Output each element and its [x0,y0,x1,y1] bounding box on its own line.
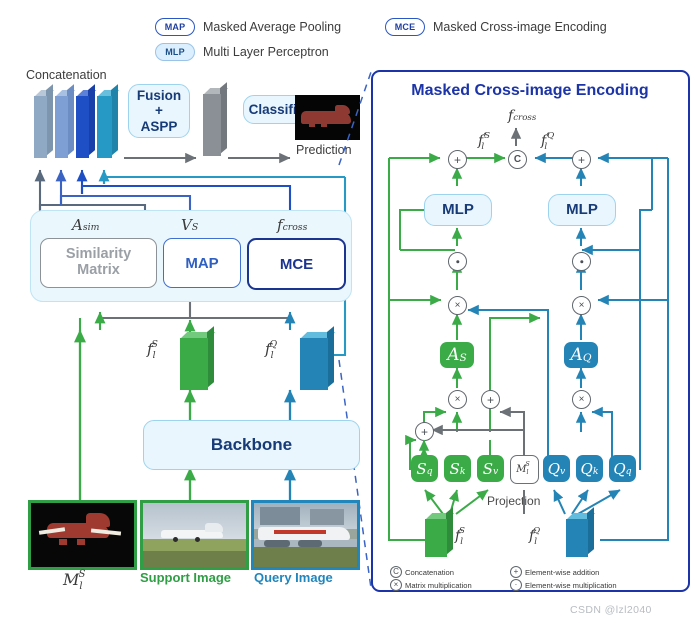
add-glyph-icon: + [510,566,522,578]
mce-legend-matmul-text: Matrix multiplication [405,580,472,590]
mce-legend-add: + Element-wise addition [510,566,599,578]
mce-legend-matmul: × Matrix multiplication [390,579,472,591]
mce-query-feature-label: flQ [529,526,544,547]
mce-legend-concat-text: Concatenation [405,567,454,577]
matmul-glyph-icon: × [390,579,402,591]
elemmul-glyph-icon: · [510,579,522,591]
mce-legend-elemmul-text: Element-wise multiplication [525,580,617,590]
watermark: CSDN @lzl2040 [570,604,652,616]
mce-legend-add-text: Element-wise addition [525,567,600,577]
mce-query-feat-sup: Q [532,526,541,536]
concat-glyph-icon: C [390,566,402,578]
mce-support-feat-sub: l [460,537,463,547]
mce-legend-elemmul: · Element-wise multiplication [510,579,617,591]
mce-legend-concat: C Concatenation [390,566,454,578]
mce-support-feat-sup: S [458,526,465,536]
mce-support-feature-label: flS [455,526,469,547]
mce-support-feature-slab [425,507,455,557]
mce-query-feature-slab [566,507,596,557]
mce-query-feat-sub: l [534,537,537,547]
